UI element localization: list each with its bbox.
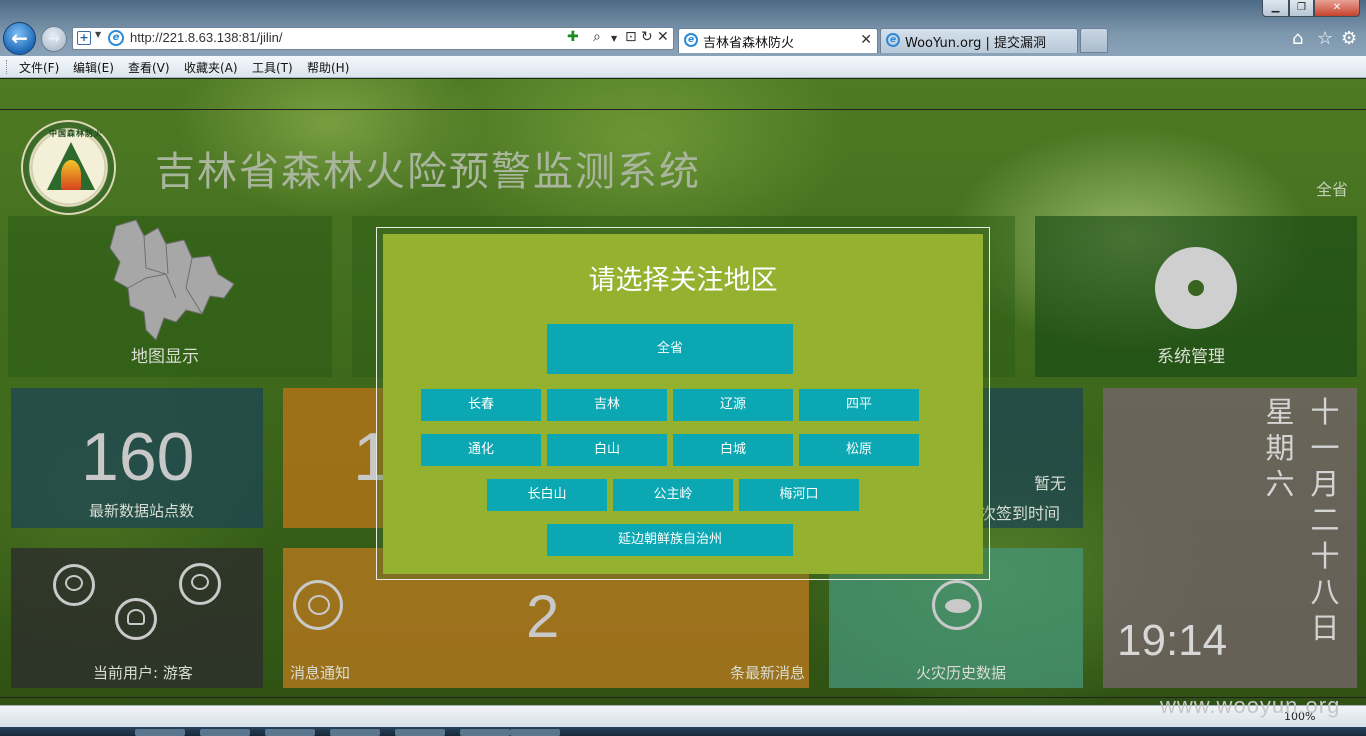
menu-view[interactable]: 查看(V) [128, 59, 170, 76]
home-icon[interactable]: ⌂ [1292, 28, 1303, 49]
taskbar-item[interactable] [330, 729, 380, 736]
menu-favorites[interactable]: 收藏夹(A) [184, 59, 238, 76]
forward-button[interactable]: → [41, 26, 67, 52]
new-tab-button[interactable] [1080, 28, 1108, 53]
refresh-icon[interactable]: ↻ [641, 29, 653, 45]
dialog-title: 请选择关注地区 [588, 265, 778, 296]
stations-label: 最新数据站点数 [89, 502, 195, 520]
map-label: 地图显示 [131, 347, 199, 367]
fire-history-label: 火灾历史数据 [916, 664, 1007, 682]
ie-tab-icon: e [886, 33, 900, 47]
menu-file[interactable]: 文件(F) [19, 59, 59, 76]
region-button-province[interactable]: 全省 [547, 324, 793, 374]
tab-jilin-fire[interactable]: e 吉林省森林防火 ✕ [678, 28, 878, 53]
user-label: 当前用户: 游客 [93, 664, 193, 682]
tab-label: WooYun.org | 提交漏洞 [905, 36, 1047, 51]
taskbar-item[interactable] [135, 729, 185, 736]
region-button[interactable]: 通化 [421, 434, 541, 466]
weekday-text: 星期六 [1265, 395, 1295, 501]
checkin-status: 暂无 [1034, 474, 1067, 493]
region-button[interactable]: 松原 [799, 434, 919, 466]
region-button[interactable]: 白城 [673, 434, 793, 466]
divider [0, 109, 1366, 110]
menu-grip [6, 60, 9, 74]
chat-icon[interactable] [53, 564, 95, 606]
system-label: 系统管理 [1157, 347, 1225, 367]
taskbar [0, 727, 1366, 736]
favorites-star-icon[interactable]: ☆ [1317, 28, 1333, 49]
stop-icon[interactable]: ✕ [657, 29, 669, 45]
jilin-map-icon [109, 219, 235, 341]
region-button[interactable]: 吉林 [547, 389, 667, 421]
add-on-icon[interactable]: ✚ [567, 29, 579, 45]
tab-wooyun[interactable]: e WooYun.org | 提交漏洞 [880, 28, 1078, 53]
region-button[interactable]: 四平 [799, 389, 919, 421]
history-icon[interactable] [179, 563, 221, 605]
clock: 19:14 [1117, 616, 1228, 665]
close-tab-icon[interactable]: ✕ [860, 32, 872, 48]
date-tile: 星期六 十一月二十八日 19:14 [1103, 388, 1357, 688]
menu-bar: 文件(F) 编辑(E) 查看(V) 收藏夹(A) 工具(T) 帮助(H) [0, 56, 1366, 78]
watermark: www.wooyun.org [1160, 693, 1341, 718]
menu-help[interactable]: 帮助(H) [307, 59, 349, 76]
region-button[interactable]: 白山 [547, 434, 667, 466]
stations-count: 160 [81, 419, 195, 495]
address-bar[interactable]: + ▼ e http://221.8.63.138:81/jilin/ ✚ ⌕ … [72, 27, 674, 50]
close-window-button[interactable]: ✕ [1314, 0, 1360, 17]
region-button-yanbian[interactable]: 延边朝鲜族自治州 [547, 524, 793, 556]
chevron-down-icon[interactable]: ▼ [95, 30, 101, 39]
notify-count: 2 [526, 583, 560, 650]
checkin-tile[interactable]: 暂无 次签到时间 [980, 388, 1083, 528]
cloud-icon [932, 580, 982, 630]
back-button[interactable]: ← [3, 22, 36, 55]
gear-hole [1180, 272, 1212, 304]
compat-view-icon[interactable]: + [77, 31, 91, 45]
logo-flame-icon [61, 160, 81, 190]
browser-titlebar: ▁ ❐ ✕ ← → + ▼ e http://221.8.63.138:81/j… [0, 0, 1366, 56]
search-dropdown-icon[interactable]: ▼ [611, 34, 617, 43]
taskbar-item[interactable] [510, 729, 560, 736]
menu-tools[interactable]: 工具(T) [252, 59, 293, 76]
region-button[interactable]: 辽源 [673, 389, 793, 421]
user-icon[interactable] [115, 598, 157, 640]
minimize-button[interactable]: ▁ [1262, 0, 1289, 17]
stations-tile[interactable]: 160 最新数据站点数 [11, 388, 263, 528]
message-icon [293, 580, 343, 630]
logo-text: 中国森林防火 [49, 129, 103, 138]
forest-fire-logo: 中国森林防火 [21, 120, 116, 215]
notify-suffix: 条最新消息 [730, 664, 806, 682]
compat-icon[interactable]: ⊡ [625, 29, 637, 45]
ie-page-icon: e [108, 30, 124, 46]
tab-label: 吉林省森林防火 [703, 36, 795, 51]
ie-tab-icon: e [684, 33, 698, 47]
search-icon[interactable]: ⌕ [593, 29, 601, 45]
tools-gear-icon[interactable]: ⚙ [1341, 28, 1357, 49]
taskbar-item[interactable] [265, 729, 315, 736]
taskbar-item[interactable] [200, 729, 250, 736]
province-link[interactable]: 全省 [1316, 176, 1348, 200]
region-select-dialog: 请选择关注地区 全省 长春 吉林 辽源 四平 通化 白山 白城 松原 长白山 公… [383, 234, 983, 574]
page-title: 吉林省森林火险预警监测系统 [155, 149, 701, 195]
date-text: 十一月二十八日 [1310, 395, 1340, 645]
taskbar-item[interactable] [395, 729, 445, 736]
taskbar-item[interactable] [460, 729, 510, 736]
region-button[interactable]: 长春 [421, 389, 541, 421]
map-tile[interactable]: 地图显示 [8, 216, 332, 377]
notify-label: 消息通知 [290, 664, 351, 682]
region-button[interactable]: 梅河口 [739, 479, 859, 511]
menu-edit[interactable]: 编辑(E) [73, 59, 114, 76]
region-button[interactable]: 长白山 [487, 479, 607, 511]
user-tile[interactable]: 当前用户: 游客 [11, 548, 263, 688]
maximize-button[interactable]: ❐ [1289, 0, 1314, 17]
address-text[interactable]: http://221.8.63.138:81/jilin/ [130, 30, 283, 45]
checkin-label: 次签到时间 [980, 504, 1061, 523]
region-button[interactable]: 公主岭 [613, 479, 733, 511]
